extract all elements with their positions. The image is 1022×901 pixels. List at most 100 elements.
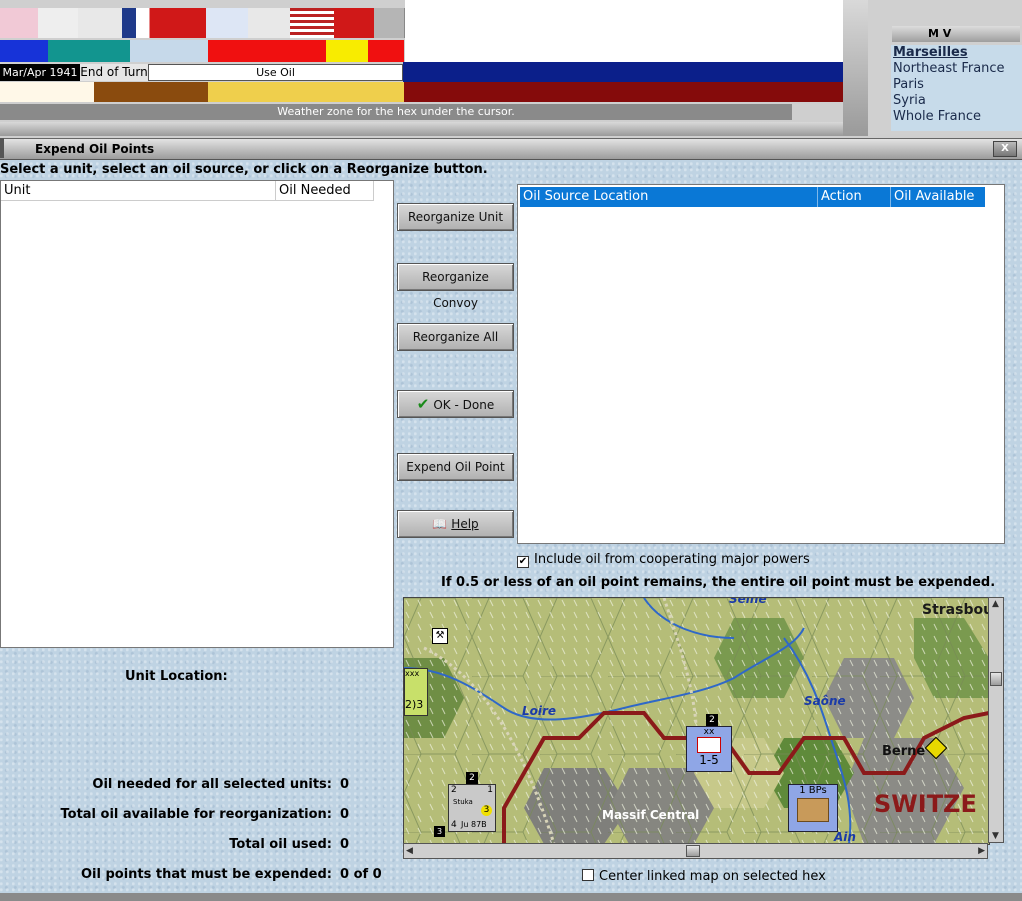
help-button[interactable]: 📖 Help	[397, 510, 514, 538]
crate-icon	[797, 798, 829, 822]
usa-flag-icon[interactable]	[290, 8, 335, 38]
weather-status-bar: Weather zone for the hex under the curso…	[0, 104, 792, 120]
stat-label: Oil points that must be expended:	[80, 867, 332, 882]
flag-icon[interactable]	[374, 8, 405, 38]
map-view-item[interactable]: Northeast France	[891, 61, 1022, 77]
free-france-flag-icon[interactable]	[248, 8, 291, 38]
stack-count: 2	[466, 772, 478, 784]
stuka-air-counter[interactable]: 2 1 Stuka 3 4 Ju 87B	[448, 784, 496, 832]
aircraft-name: Stuka	[453, 798, 473, 806]
map-view-item[interactable]: Marseilles	[891, 45, 1022, 61]
frame-border	[0, 893, 1022, 901]
column-header-unit[interactable]: Unit	[1, 181, 276, 201]
dialog-title: Expend Oil Points	[35, 142, 155, 156]
river-label-ain: Ain	[834, 830, 856, 844]
column-header-oil-needed[interactable]: Oil Needed	[276, 181, 374, 201]
checkmark-icon: ✔	[416, 395, 430, 413]
map-views-title: M V	[892, 26, 1020, 42]
oil-source-table[interactable]: Oil Source Location Action Oil Available	[517, 184, 1005, 544]
map-view-item[interactable]: Whole France	[891, 109, 1022, 125]
french-corps-counter[interactable]: xx 1-5	[686, 726, 732, 772]
partial-unit-counter[interactable]: xxx 2)3	[404, 668, 428, 716]
unit-strength-label: 1-5	[699, 753, 719, 767]
map-views-list[interactable]: Marseilles Northeast France Paris Syria …	[891, 45, 1022, 131]
include-coop-checkbox[interactable]: ✔ Include oil from cooperating major powe…	[517, 552, 810, 568]
stat-label: Oil needed for all selected units:	[92, 777, 332, 792]
ok-done-button[interactable]: ✔ OK - Done	[397, 390, 514, 418]
color-bar	[326, 40, 368, 62]
frame-border	[0, 138, 4, 158]
france-flag-icon[interactable]	[122, 8, 165, 38]
oil-rule-text: If 0.5 or less of an oil point remains, …	[441, 575, 996, 590]
stat-value: 0 of 0	[340, 867, 382, 882]
map-view-item[interactable]: Syria	[891, 93, 1022, 109]
scroll-down-icon[interactable]: ▼	[992, 831, 999, 841]
color-bar	[208, 82, 404, 102]
terrain-label-massif-central: Massif Central	[602, 808, 700, 822]
top-info-panel	[405, 0, 843, 62]
air-defense-value: 1	[487, 785, 493, 795]
build-points-counter[interactable]: 1 BPs	[788, 784, 838, 832]
unit-size-label: xx	[703, 727, 715, 737]
game-top-panel: Mar/Apr 1941 End of Turn Use Oil Weather…	[0, 0, 1022, 138]
color-bar	[0, 40, 48, 62]
ok-done-label: OK - Done	[433, 398, 495, 412]
reorganize-unit-button[interactable]: Reorganize Unit	[397, 203, 514, 231]
turn-label: Mar/Apr 1941	[0, 64, 80, 81]
unit-size-label: xxx	[405, 669, 420, 678]
range-badge: 3	[481, 805, 492, 816]
dialog-titlebar[interactable]: Expend Oil Points X	[0, 138, 1022, 160]
infantry-symbol-icon	[697, 737, 721, 753]
flag-icon[interactable]	[0, 8, 39, 38]
close-button[interactable]: X	[993, 141, 1017, 157]
checkbox-unchecked-icon[interactable]	[582, 869, 594, 881]
scroll-up-icon[interactable]: ▲	[992, 599, 999, 609]
frame-border	[0, 122, 868, 136]
scroll-left-icon[interactable]: ◀	[406, 846, 413, 856]
scroll-thumb[interactable]	[990, 672, 1002, 686]
help-label: Help	[451, 517, 479, 531]
column-header-oil-source[interactable]: Oil Source Location	[520, 187, 818, 207]
country-label-switzerland: SWITZE	[874, 790, 977, 818]
column-header-action[interactable]: Action	[818, 187, 891, 207]
color-bar	[94, 82, 208, 102]
center-linked-map-checkbox[interactable]: Center linked map on selected hex	[582, 869, 826, 884]
air-range-value: 4	[451, 820, 457, 830]
stat-label: Total oil available for reorganization:	[60, 807, 333, 822]
color-bar	[404, 82, 843, 102]
river-label-loire: Loire	[522, 704, 557, 718]
mini-map[interactable]: Seine Strasbou Loire Saône Berne Massif …	[403, 597, 990, 845]
color-bar	[403, 62, 843, 82]
reorganize-convoy-button[interactable]: Reorganize Convoy	[397, 263, 514, 310]
help-book-icon: 📖	[432, 517, 448, 531]
instruction-text: Select a unit, select an oil source, or …	[0, 162, 488, 177]
unit-table[interactable]: Unit Oil Needed	[0, 180, 394, 648]
reorganize-all-button[interactable]: Reorganize All	[397, 323, 514, 351]
flag-icon[interactable]	[38, 8, 79, 38]
stat-value: 0	[340, 837, 350, 852]
river-label-seine: Seine	[729, 597, 767, 606]
stat-value: 0	[340, 777, 350, 792]
unit-location-label: Unit Location:	[125, 669, 228, 684]
end-of-turn-label[interactable]: End of Turn	[80, 64, 148, 81]
map-horizontal-scrollbar[interactable]: ◀ ▶	[403, 843, 988, 859]
ussr-flag-icon[interactable]	[334, 8, 375, 38]
include-coop-label: Include oil from cooperating major power…	[534, 552, 810, 567]
scroll-thumb[interactable]	[686, 845, 700, 857]
scroll-right-icon[interactable]: ▶	[978, 846, 985, 856]
china-flag-icon[interactable]	[164, 8, 207, 38]
flag-icon[interactable]	[206, 8, 249, 38]
column-header-oil-available[interactable]: Oil Available	[891, 187, 985, 207]
map-view-item[interactable]: Paris	[891, 77, 1022, 93]
river-label-saone: Saône	[804, 694, 846, 708]
checkbox-checked-icon[interactable]: ✔	[517, 556, 529, 568]
city-label-strasbourg: Strasbou	[922, 602, 990, 618]
center-linked-label: Center linked map on selected hex	[599, 869, 826, 884]
color-bar	[208, 40, 326, 62]
expend-oil-point-button[interactable]: Expend Oil Point	[397, 453, 514, 481]
map-vertical-scrollbar[interactable]: ▲ ▼	[988, 597, 1004, 843]
city-label-berne: Berne	[882, 744, 926, 759]
flag-icon[interactable]	[78, 8, 123, 38]
stat-label: Total oil used:	[229, 837, 332, 852]
stack-count: 3	[434, 826, 445, 837]
